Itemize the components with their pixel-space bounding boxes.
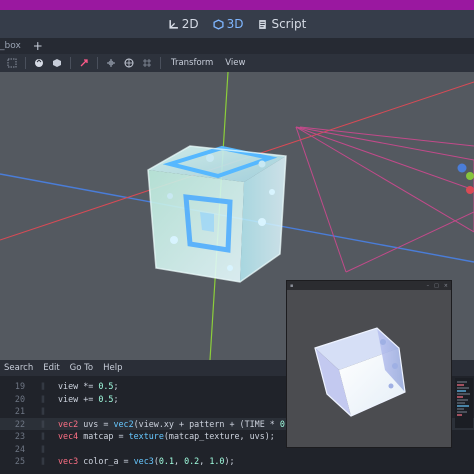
toolbar-separator <box>97 57 98 69</box>
glass-cube-mesh <box>147 145 287 283</box>
orientation-gizmo[interactable] <box>456 162 474 202</box>
code-line: 25 ‖ vec3 color_a = vec3(0.1, 0.2, 1.0); <box>14 456 235 466</box>
code-line-text: view += 0.5; <box>58 393 119 404</box>
mode-2d-label: 2D <box>181 17 199 31</box>
main-screen-bar: 2D 3D Script <box>0 10 474 38</box>
scene-tab[interactable]: _box <box>0 41 27 51</box>
viewport-toolbar: Transform View <box>0 54 474 72</box>
select-tool-button[interactable] <box>7 58 17 68</box>
script-icon <box>259 19 267 29</box>
2d-icon <box>169 19 178 29</box>
code-minimap[interactable] <box>455 378 473 428</box>
minimize-icon[interactable]: – <box>427 283 430 289</box>
y-axis-gizmo-icon <box>466 172 474 180</box>
scene-tab-bar: _box + <box>0 38 474 54</box>
x-axis-gizmo-icon <box>466 186 474 194</box>
goto-menu[interactable]: Go To <box>70 363 93 373</box>
z-axis-gizmo-icon <box>457 163 467 173</box>
game-preview-window[interactable]: ▪ – □ × <box>286 280 452 448</box>
mode-3d-button[interactable]: 3D <box>213 17 244 31</box>
mode-2d-button[interactable]: 2D <box>168 17 199 31</box>
toolbar-separator <box>160 57 161 69</box>
mode-script-label: Script <box>271 17 307 31</box>
local-icon <box>124 58 134 68</box>
toolbar-separator <box>70 57 71 69</box>
3d-icon <box>213 18 224 30</box>
preview-app-icon: ▪ <box>290 282 294 289</box>
grid-toggle-button[interactable] <box>142 58 152 68</box>
rotate-icon <box>53 59 61 67</box>
transform-menu[interactable]: Transform <box>169 58 215 68</box>
edit-menu[interactable]: Edit <box>43 363 59 373</box>
preview-render <box>314 327 406 417</box>
search-menu[interactable]: Search <box>4 363 33 373</box>
move-icon <box>35 59 43 67</box>
view-menu[interactable]: View <box>223 58 247 68</box>
maximize-icon[interactable]: □ <box>434 283 439 289</box>
camera-frustum <box>295 126 474 273</box>
close-icon[interactable]: × <box>444 283 448 289</box>
code-line-text: vec3 color_a = vec3(0.1, 0.2, 1.0); <box>58 456 235 466</box>
preview-title-bar: ▪ – □ × <box>287 281 451 290</box>
snap-icon <box>107 59 115 67</box>
local-space-button[interactable] <box>124 58 134 68</box>
rotate-tool-button[interactable] <box>52 58 62 68</box>
add-scene-tab-button[interactable]: + <box>27 39 49 53</box>
select-icon <box>7 58 17 68</box>
scale-icon <box>80 59 88 67</box>
mode-3d-label: 3D <box>226 17 244 31</box>
mode-script-button[interactable]: Script <box>257 17 306 31</box>
help-menu[interactable]: Help <box>103 363 122 373</box>
code-line-text: view *= 0.5; <box>58 381 119 391</box>
scale-tool-button[interactable] <box>79 58 89 68</box>
snap-tool-button[interactable] <box>106 58 116 68</box>
grid-icon <box>143 59 151 67</box>
move-tool-button[interactable] <box>34 58 44 68</box>
code-line-text: vec4 matcap = texture(matcap_texture, uv… <box>58 431 275 441</box>
window-title-strip <box>0 0 474 10</box>
code-line-text: vec2 uvs = vec2(view.xy + pattern + (TIM… <box>58 418 315 429</box>
editor-window: 2D 3D Script _box + Transform View Searc… <box>0 0 474 474</box>
toolbar-separator <box>25 57 26 69</box>
